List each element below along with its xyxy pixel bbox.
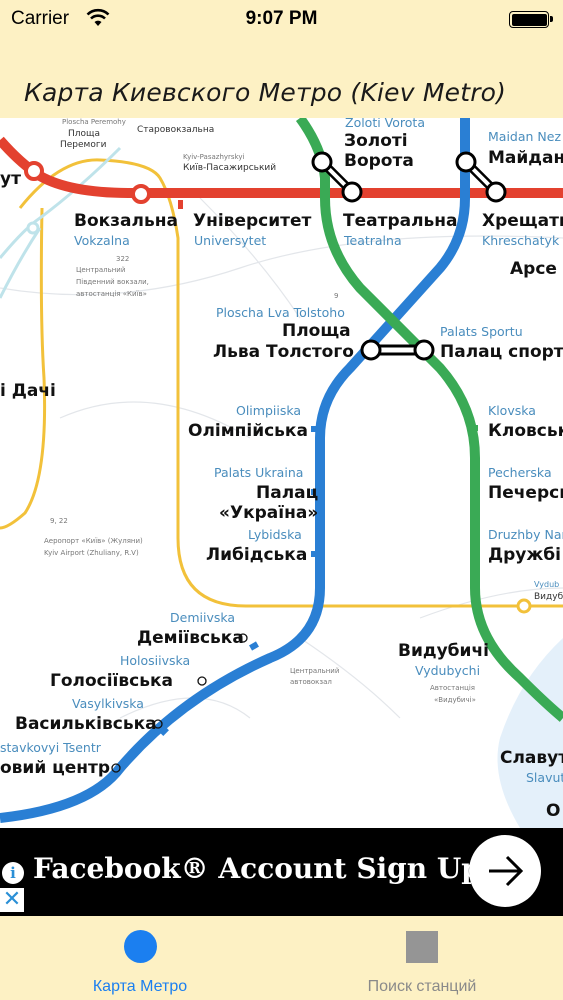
- station-label-lat[interactable]: Kyiv-Pasazhyrskyi: [183, 153, 245, 161]
- station-marker-universytet[interactable]: [178, 200, 183, 209]
- ad-close-icon[interactable]: ✕: [0, 888, 24, 912]
- station-label[interactable]: Видуб: [534, 592, 563, 602]
- station-label-lat[interactable]: Demiivska: [170, 610, 235, 625]
- station-label-lat[interactable]: Palats Sportu: [440, 324, 523, 339]
- station-label[interactable]: Київ-Пасажирський: [183, 163, 276, 173]
- map-note: 9: [334, 292, 338, 300]
- station-label-lat[interactable]: Vydub: [534, 580, 559, 589]
- station-label-lat[interactable]: Vydubychi: [415, 663, 480, 678]
- tab-station-search[interactable]: Поиск станций: [322, 916, 522, 1000]
- nav-header: Карта Киевского Метро (Kiev Metro): [0, 40, 563, 118]
- map-note: 9, 22: [50, 517, 68, 525]
- station-label-lat[interactable]: Universytet: [194, 233, 266, 248]
- station-label[interactable]: Театральна: [343, 211, 458, 231]
- station-label-lat[interactable]: Palats Ukraina: [214, 465, 303, 480]
- station-label[interactable]: Печерсь: [488, 483, 563, 503]
- battery-icon: [509, 11, 553, 28]
- ad-arrow-button[interactable]: [469, 835, 541, 907]
- metro-map-canvas[interactable]: Zoloti Vorota Золоті Ворота Maidan Nez М…: [0, 118, 563, 828]
- map-note: Аеропорт «Київ» (Жуляни): [44, 537, 143, 545]
- status-bar: Carrier 9:07 PM: [0, 0, 563, 40]
- station-label-lat[interactable]: Maidan Nez: [488, 129, 561, 144]
- station-label[interactable]: Майдан: [488, 148, 563, 168]
- station-label[interactable]: Ворота: [344, 151, 414, 171]
- station-label[interactable]: Деміївська: [137, 628, 244, 648]
- station-label[interactable]: Площа: [68, 129, 100, 139]
- map-note: 322: [116, 255, 129, 263]
- map-note: Південний вокзали,: [76, 278, 149, 286]
- station-label-lat[interactable]: Slavut: [526, 770, 563, 785]
- station-marker-ring-small[interactable]: [516, 598, 532, 614]
- map-note: Kyiv Airport (Zhuliany, R.V): [44, 549, 139, 557]
- station-label-lat[interactable]: Khreschatyk: [482, 233, 560, 248]
- station-label[interactable]: Видубичі: [398, 641, 489, 661]
- station-label[interactable]: Голосіївська: [50, 671, 173, 691]
- station-label[interactable]: О: [546, 801, 560, 821]
- map-note: Автостанція: [430, 684, 475, 692]
- station-label[interactable]: Кловськ: [488, 421, 563, 441]
- station-label-lat[interactable]: Holosiivska: [120, 653, 190, 668]
- station-marker-vokzalna[interactable]: [131, 184, 151, 204]
- station-label-lat[interactable]: Ploscha Peremohy: [62, 118, 126, 126]
- station-label-lat[interactable]: Olimpiiska: [236, 403, 301, 418]
- station-label[interactable]: Дружбі: [488, 545, 561, 565]
- station-label[interactable]: Арсе: [510, 259, 557, 279]
- station-label-lat[interactable]: Vasylkivska: [72, 696, 144, 711]
- map-note: Центральний: [290, 667, 339, 675]
- station-label-lat[interactable]: Teatralna: [343, 233, 402, 248]
- station-label[interactable]: Олімпійська: [188, 421, 308, 441]
- station-label[interactable]: Либідська: [206, 545, 307, 565]
- station-marker-cyan[interactable]: [26, 221, 40, 235]
- map-note: Центральний: [76, 266, 125, 274]
- station-label[interactable]: Золоті: [344, 131, 408, 151]
- arrow-right-icon: [489, 855, 524, 887]
- station-label-lat[interactable]: Ploscha Lva Tolstoho: [216, 305, 345, 320]
- ad-info-icon[interactable]: i: [2, 862, 24, 884]
- station-label[interactable]: овий центр: [0, 758, 110, 778]
- station-label[interactable]: Палац спорту: [440, 342, 563, 362]
- square-icon: [406, 931, 438, 963]
- station-label[interactable]: і Дачі: [0, 381, 56, 401]
- station-label[interactable]: Площа: [282, 321, 351, 341]
- station-label[interactable]: Славут: [500, 748, 563, 768]
- map-note: «Видубичі»: [434, 696, 476, 704]
- map-note: автовокзал: [290, 678, 332, 686]
- green-line: [295, 118, 563, 722]
- station-label[interactable]: Університет: [193, 211, 312, 231]
- station-label[interactable]: ут: [0, 169, 21, 189]
- station-label-lat[interactable]: stavkovyi Tsentr: [0, 740, 102, 755]
- station-label-lat[interactable]: Zoloti Vorota: [345, 118, 425, 130]
- ad-banner[interactable]: i ✕ Facebook® Account Sign Up: [0, 828, 563, 916]
- ad-headline[interactable]: Facebook® Account Sign Up: [33, 852, 481, 885]
- station-label-lat[interactable]: Klovska: [488, 403, 536, 418]
- map-note: автостанція «Київ»: [76, 290, 147, 298]
- station-label[interactable]: Вокзальна: [74, 211, 178, 231]
- status-time: 9:07 PM: [245, 8, 318, 29]
- circle-icon: [124, 930, 157, 963]
- station-marker-left[interactable]: [24, 161, 44, 181]
- tab-label: Карта Метро: [92, 978, 188, 995]
- station-label[interactable]: «Україна»: [219, 503, 318, 523]
- station-label-lat[interactable]: Pecherska: [488, 465, 552, 480]
- station-label[interactable]: Перемоги: [60, 140, 107, 150]
- station-label-lat[interactable]: Lybidska: [248, 527, 302, 542]
- station-label[interactable]: Старовокзальна: [137, 125, 214, 135]
- tab-bar: Карта Метро Поиск станций: [0, 916, 563, 1000]
- tab-metro-map[interactable]: Карта Метро: [40, 916, 240, 1000]
- station-label[interactable]: Льва Толстого: [213, 342, 354, 362]
- station-label-lat[interactable]: Vokzalna: [74, 233, 130, 248]
- station-label-lat[interactable]: Druzhby Nar: [488, 527, 563, 542]
- transfer-tolstoho-sportu[interactable]: [360, 339, 435, 361]
- station-label[interactable]: Хрещати: [482, 211, 563, 231]
- tab-label: Поиск станций: [367, 978, 477, 995]
- station-label[interactable]: Васильківська: [15, 714, 157, 734]
- station-label[interactable]: Палац: [256, 483, 318, 503]
- metro-map[interactable]: Zoloti Vorota Золоті Ворота Maidan Nez М…: [0, 118, 563, 828]
- page-title: Карта Киевского Метро (Kiev Metro): [24, 78, 507, 107]
